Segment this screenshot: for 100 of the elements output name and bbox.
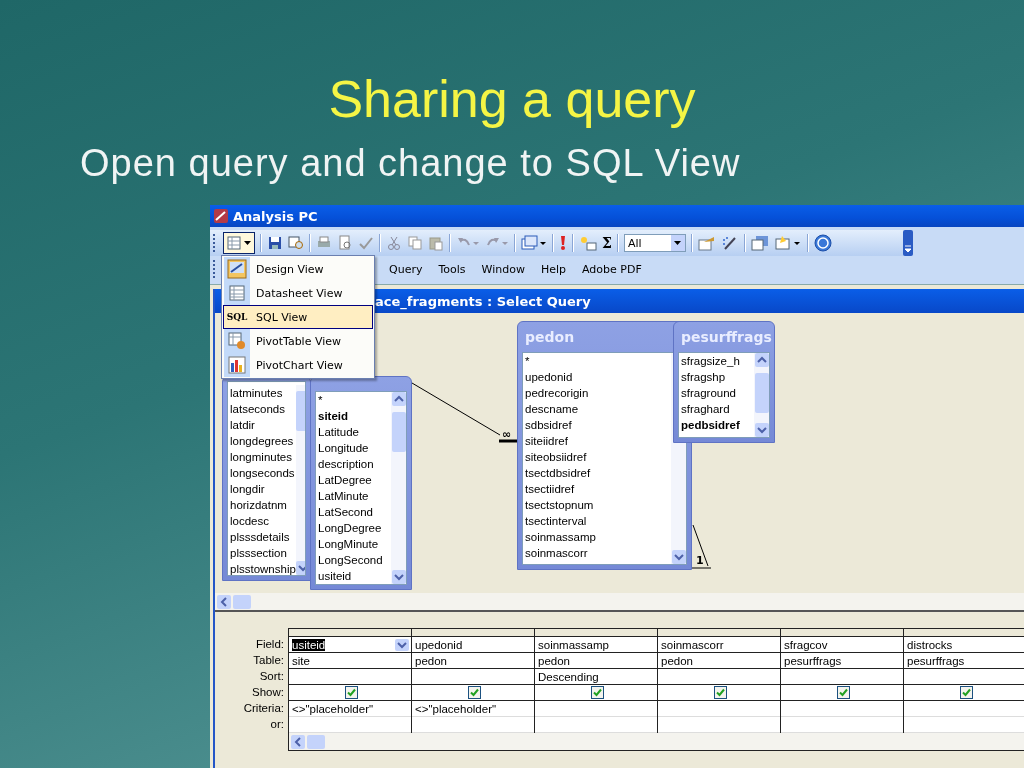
field-item[interactable]: latdir <box>230 417 296 433</box>
wand-icon[interactable] <box>720 235 739 251</box>
menu-item[interactable]: Design View <box>223 257 373 281</box>
checkbox[interactable] <box>837 686 850 699</box>
menu-item[interactable]: PivotChart View <box>223 353 373 377</box>
field-item[interactable]: plsssdetails <box>230 529 296 545</box>
toolbar-options-icon[interactable] <box>903 230 913 256</box>
scroll-left-button[interactable] <box>217 594 231 609</box>
scroll-up-button[interactable] <box>754 353 769 367</box>
sort-cell: Descending <box>538 670 599 683</box>
field-item[interactable]: horizdatnm <box>230 497 296 513</box>
menu-item[interactable]: Datasheet View <box>223 281 373 305</box>
field-item[interactable]: latseconds <box>230 401 296 417</box>
field-item[interactable]: usiteid <box>318 568 391 584</box>
field-item[interactable]: siteiidref <box>525 433 671 449</box>
show-table-icon[interactable] <box>579 235 597 251</box>
save-icon[interactable] <box>267 235 283 251</box>
checkbox[interactable] <box>591 686 604 699</box>
column-selector[interactable] <box>658 629 780 637</box>
table-search-icon[interactable] <box>288 235 304 251</box>
field-item[interactable]: LatSecond <box>318 504 391 520</box>
column-selector[interactable] <box>412 629 534 637</box>
scroll-down-button[interactable] <box>295 561 305 575</box>
scroll-up-button[interactable] <box>391 392 406 406</box>
field-item[interactable]: Longitude <box>318 440 391 456</box>
menu-item[interactable]: Adobe PDF <box>574 262 650 276</box>
run-icon[interactable] <box>559 235 567 251</box>
scroll-down-button[interactable] <box>671 550 686 564</box>
scroll-left-button[interactable] <box>291 734 305 749</box>
scroll-thumb[interactable] <box>754 373 769 413</box>
dropdown-arrow-icon[interactable] <box>395 638 409 651</box>
field-cell[interactable]: upedonid <box>415 638 463 651</box>
horizontal-scrollbar[interactable] <box>289 733 1024 750</box>
checkbox[interactable] <box>468 686 481 699</box>
field-item[interactable]: plsssection <box>230 545 296 561</box>
menu-item[interactable]: PivotTable View <box>223 329 373 353</box>
table-box[interactable]: latminutes latseconds latdir longdegrees longminutes longseconds longdir horizdatnm locdesc plsssdetails plsssection plsstownship <box>222 376 311 581</box>
scroll-down-button[interactable] <box>391 570 406 584</box>
field-item[interactable]: siteobsiidref <box>525 449 671 465</box>
menu-item[interactable]: Query <box>381 262 431 276</box>
field-item[interactable]: soinmascorr <box>525 545 671 561</box>
help-icon[interactable] <box>813 234 832 252</box>
checkbox[interactable] <box>960 686 973 699</box>
table-title: pedon <box>525 329 575 345</box>
menu-item[interactable]: Tools <box>430 262 474 276</box>
checkbox[interactable] <box>714 686 727 699</box>
field-item[interactable]: * <box>525 353 671 369</box>
scroll-thumb[interactable] <box>307 734 325 749</box>
view-button[interactable] <box>223 232 255 254</box>
field-item[interactable]: soinmassamp <box>525 529 671 545</box>
preview-icon[interactable] <box>337 235 353 251</box>
field-item[interactable]: longseconds <box>230 465 296 481</box>
table-box[interactable]: * siteid Latitude Longitude description LatDegree LatMinute LatSecond LongDegree LongMinute LongSecond usiteid <box>310 376 412 590</box>
field-item[interactable]: LongMinute <box>318 536 391 552</box>
field-item[interactable]: description <box>318 456 391 472</box>
menu-item[interactable]: SQL SQL View <box>223 305 373 329</box>
column-selector[interactable] <box>535 629 657 637</box>
scroll-down-button[interactable] <box>754 423 769 437</box>
field-item[interactable]: Latitude <box>318 424 391 440</box>
field-item[interactable]: LatDegree <box>318 472 391 488</box>
field-cell[interactable]: distrocks <box>907 638 953 651</box>
new-object-icon[interactable] <box>773 235 802 251</box>
field-item[interactable]: tsectdbsidref <box>525 465 671 481</box>
field-item[interactable]: * <box>318 392 391 408</box>
horizontal-scrollbar[interactable] <box>215 593 1024 610</box>
field-item[interactable]: tsectinterval <box>525 513 671 529</box>
field-item[interactable]: longdir <box>230 481 296 497</box>
field-cell[interactable]: soinmassamp <box>538 638 609 651</box>
menu-item[interactable]: Help <box>532 262 574 276</box>
column-selector[interactable] <box>781 629 903 637</box>
field-item[interactable]: tsectiidref <box>525 481 671 497</box>
column-selector[interactable] <box>289 629 411 637</box>
checkbox[interactable] <box>345 686 358 699</box>
field-item[interactable]: descname <box>525 401 671 417</box>
field-cell[interactable]: sfragcov <box>784 638 828 651</box>
window-icon[interactable] <box>521 235 547 251</box>
field-cell[interactable]: usiteid <box>292 638 326 651</box>
field-item[interactable]: longdegrees <box>230 433 296 449</box>
field-item[interactable]: longminutes <box>230 449 296 465</box>
table-box[interactable]: pesurffrags sfragsize_h sfragshp sfraground sfraghard pedbsidref <box>673 321 775 443</box>
field-item[interactable]: LatMinute <box>318 488 391 504</box>
column-selector[interactable] <box>904 629 1024 637</box>
field-item[interactable]: sdbsidref <box>525 417 671 433</box>
field-item[interactable]: plsstownship <box>230 561 296 575</box>
field-item[interactable]: tsectstopnum <box>525 497 671 513</box>
field-item[interactable]: upedonid <box>525 369 671 385</box>
scroll-thumb[interactable] <box>295 391 305 431</box>
filter-combo[interactable]: All <box>623 234 686 252</box>
field-item[interactable]: siteid <box>318 408 391 424</box>
scroll-thumb[interactable] <box>391 412 406 452</box>
database-window-icon[interactable] <box>750 235 769 251</box>
field-item[interactable]: LongDegree <box>318 520 391 536</box>
field-cell[interactable]: soinmascorr <box>661 638 724 651</box>
scroll-thumb[interactable] <box>233 594 251 609</box>
field-item[interactable]: LongSecond <box>318 552 391 568</box>
menu-item[interactable]: Window <box>473 262 533 276</box>
field-item[interactable]: latminutes <box>230 385 296 401</box>
field-item[interactable]: locdesc <box>230 513 296 529</box>
totals-button[interactable]: Σ <box>602 235 612 251</box>
field-item[interactable]: pedrecorigin <box>525 385 671 401</box>
